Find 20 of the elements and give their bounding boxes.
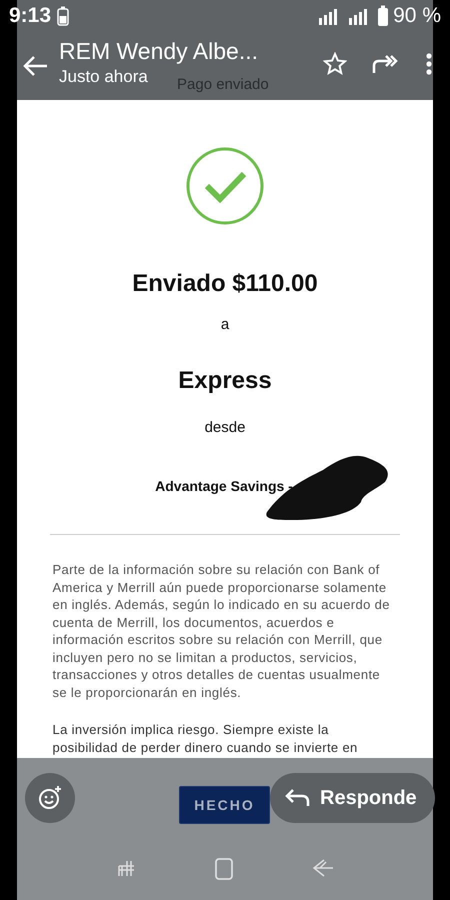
page-title: Pago enviado xyxy=(177,76,269,93)
emoji-icon xyxy=(37,785,63,811)
checkmark-icon xyxy=(185,146,265,226)
message-time: Justo ahora xyxy=(59,67,148,87)
more-icon[interactable] xyxy=(425,52,433,76)
recipient-name: Express xyxy=(178,367,272,395)
done-button[interactable]: HECHO xyxy=(179,786,270,824)
disclosure-paragraph: Parte de la información sobre su relación con Bank of America y Merrill aún puede proporcionarse solamente en inglés. Además, según lo indicado en su acuerdo de cuenta de Merrill, los documentos, acuerdos e información escritos sobre su relación con Merrill, que incluyen pero no se limitan a productos, servicios, transacciones y otros detalles de cuentas usualmente se le proporcionarán en inglés. xyxy=(52,561,391,701)
reply-button[interactable]: Responde xyxy=(270,773,435,823)
amount-sent: Enviado $110.00 xyxy=(132,270,318,298)
account-name: Advantage Savings - xyxy=(155,478,293,494)
add-reaction-button[interactable] xyxy=(25,773,75,823)
battery-icon xyxy=(377,5,390,27)
sender-name: REM Wendy Albe... xyxy=(59,38,258,65)
to-label: a xyxy=(220,316,230,333)
star-icon[interactable] xyxy=(323,52,347,76)
battery-icon xyxy=(57,6,70,26)
from-label: desde xyxy=(204,419,246,436)
reply-icon xyxy=(284,788,310,808)
disclosure-paragraph: La inversión implica riesgo. Siempre existe la posibilidad de perder dinero cuando se invierte en xyxy=(52,721,359,756)
